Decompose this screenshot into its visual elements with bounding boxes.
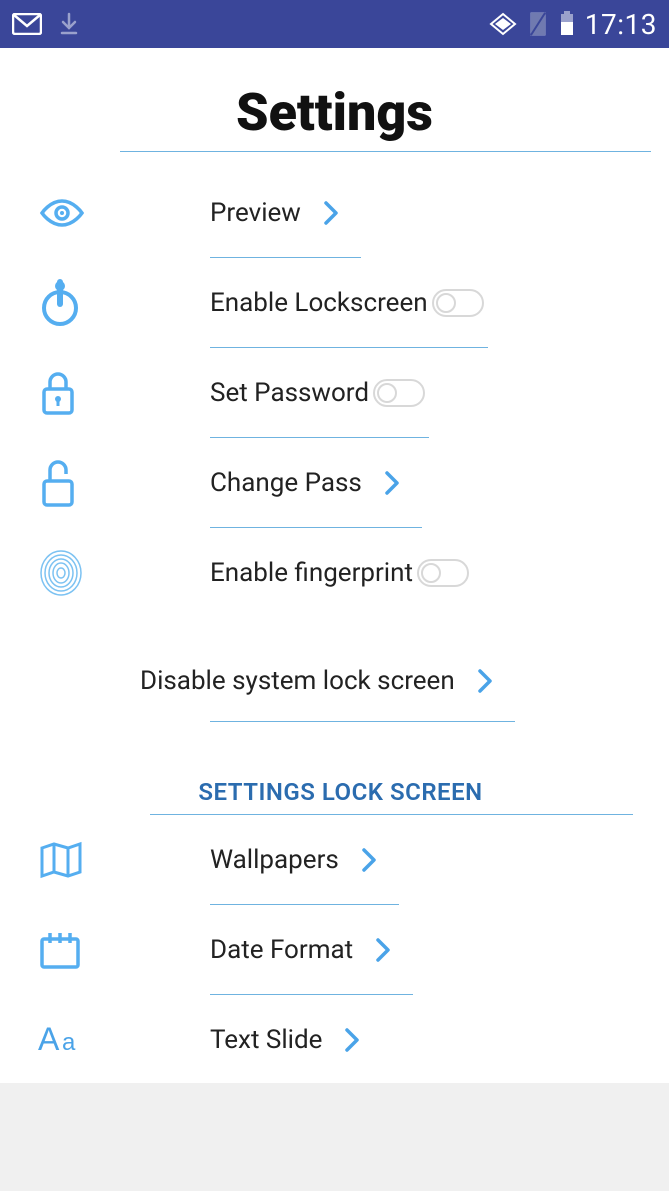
chevron-right-icon <box>362 469 422 497</box>
row-label: Set Password <box>210 378 369 408</box>
row-label: Change Pass <box>210 468 362 498</box>
row-label: Disable system lock screen <box>140 666 455 696</box>
wifi-icon <box>489 12 517 36</box>
chevron-right-icon <box>301 199 361 227</box>
svg-text:a: a <box>62 1029 76 1056</box>
chevron-right-icon <box>455 667 515 695</box>
row-label: Enable Lockscreen <box>210 288 428 318</box>
fingerprint-icon <box>30 548 120 598</box>
title-underline <box>120 151 651 152</box>
calendar-icon <box>30 929 120 971</box>
bottom-area <box>0 1083 669 1191</box>
page-title: Settings <box>0 82 669 143</box>
chevron-right-icon <box>322 1026 382 1054</box>
row-set-password[interactable]: Set Password <box>30 348 651 438</box>
row-change-pass[interactable]: Change Pass <box>30 438 651 528</box>
toggle-switch[interactable] <box>413 559 473 587</box>
row-wallpapers[interactable]: Wallpapers <box>30 815 651 905</box>
row-label: Preview <box>210 198 301 228</box>
sim-icon <box>527 11 549 37</box>
battery-icon <box>559 11 575 37</box>
row-label: Text Slide <box>210 1025 322 1055</box>
row-enable-lockscreen[interactable]: Enable Lockscreen <box>30 258 651 348</box>
status-left <box>12 12 78 36</box>
chevron-right-icon <box>339 846 399 874</box>
svg-text:A: A <box>38 1022 60 1057</box>
row-label: Wallpapers <box>210 845 339 875</box>
row-label: Date Format <box>210 935 353 965</box>
gmail-icon <box>12 13 42 35</box>
settings-list: Preview Enable Lockscreen Set Password <box>0 168 669 1085</box>
status-time: 17:13 <box>585 8 657 41</box>
text-icon: Aa <box>30 1022 120 1058</box>
toggle-switch[interactable] <box>369 379 429 407</box>
status-bar: 17:13 <box>0 0 669 48</box>
row-label: Enable fingerprint <box>210 558 413 588</box>
row-preview[interactable]: Preview <box>30 168 651 258</box>
toggle-switch[interactable] <box>428 289 488 317</box>
download-icon <box>60 12 78 36</box>
power-icon <box>30 278 120 328</box>
row-date-format[interactable]: Date Format <box>30 905 651 995</box>
unlock-icon <box>30 457 120 509</box>
lock-icon <box>30 369 120 417</box>
status-right: 17:13 <box>489 8 657 41</box>
row-disable-system-lock[interactable]: Disable system lock screen <box>30 640 651 722</box>
chevron-right-icon <box>353 936 413 964</box>
eye-icon <box>30 198 120 228</box>
row-enable-fingerprint[interactable]: Enable fingerprint <box>30 528 651 618</box>
row-text-slide[interactable]: Aa Text Slide <box>30 995 651 1085</box>
map-icon <box>30 840 120 880</box>
section-header: SETTINGS LOCK SCREEN <box>30 778 651 806</box>
